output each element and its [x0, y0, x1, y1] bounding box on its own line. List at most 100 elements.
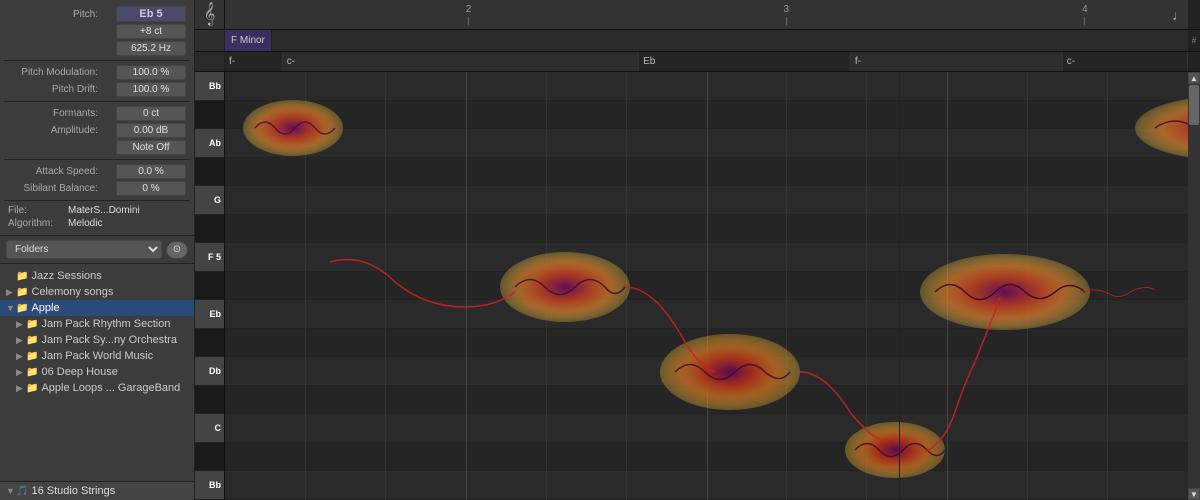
bottom-item[interactable]: ▼ 🎵 16 Studio Strings: [0, 481, 194, 500]
scroll-thumb[interactable]: [1189, 85, 1199, 125]
algorithm-row: Algorithm: Melodic: [4, 218, 190, 229]
tree-item-arrow: ▶: [16, 367, 26, 378]
amplitude-value[interactable]: 0.00 dB: [116, 123, 186, 138]
tree-item-label: Apple Loops ... GarageBand: [41, 382, 180, 394]
tree-item[interactable]: ▶📁Jam Pack Sy...ny Orchestra: [0, 332, 194, 348]
tree-item-arrow: ▶: [6, 287, 16, 298]
pitch-mod-value[interactable]: 100.0 %: [116, 65, 186, 80]
chord-row: f-c-Ebf-c-: [195, 52, 1200, 72]
browser-select-dropdown[interactable]: Folders: [6, 240, 162, 259]
formants-row: Formants: 0 ct: [4, 106, 190, 121]
tree-item-arrow: ▶: [16, 319, 26, 330]
chord-cells: f-c-Ebf-c-: [225, 52, 1188, 71]
ruler-mark-4: 4: [1082, 4, 1088, 25]
grid-row: [225, 443, 1188, 472]
tree-item-label: Celemony songs: [31, 286, 113, 298]
grid-area[interactable]: [225, 72, 1188, 500]
formants-label: Formants:: [8, 108, 98, 119]
key-label-spacer: [195, 30, 225, 51]
file-value: MaterS...Domini: [68, 205, 140, 216]
tree-item[interactable]: 📁Jazz Sessions: [0, 268, 194, 284]
piano-key[interactable]: [195, 158, 224, 187]
pitch-hz-value[interactable]: 625.2 Hz: [116, 41, 186, 56]
tree-item-folder-icon: 📁: [16, 287, 28, 298]
ruler-mark-2: 2: [466, 4, 472, 25]
divider3: [4, 159, 190, 160]
piano-key[interactable]: F 5: [195, 243, 224, 272]
scroll-track[interactable]: [1188, 84, 1200, 488]
grid-row: [225, 300, 1188, 329]
piano-key[interactable]: [195, 215, 224, 244]
chord-cell: c-: [1063, 52, 1188, 71]
tree-item[interactable]: ▶📁Celemony songs: [0, 284, 194, 300]
tree-item-label: 06 Deep House: [41, 366, 117, 378]
piano-key[interactable]: Bb: [195, 72, 224, 101]
main-editor: 𝄞 2 3 4 ♩ F Minor # f: [195, 0, 1200, 500]
tree-item[interactable]: ▶📁Apple Loops ... GarageBand: [0, 380, 194, 396]
scroll-down-button[interactable]: ▼: [1188, 488, 1200, 500]
attack-label: Attack Speed:: [8, 166, 98, 177]
piano-key-label: Ab: [209, 138, 221, 148]
tree-item[interactable]: ▼📁Apple: [0, 300, 194, 316]
amplitude-row: Amplitude: 0.00 dB: [4, 123, 190, 138]
note-off-button[interactable]: Note Off: [116, 140, 186, 155]
grid-row: [225, 357, 1188, 386]
tree-item-arrow: ▶: [16, 383, 26, 394]
grid-row: [225, 243, 1188, 272]
attack-row: Attack Speed: 0.0 %: [4, 164, 190, 179]
pitch-drift-value[interactable]: 100.0 %: [116, 82, 186, 97]
tree-item-folder-icon: 📁: [26, 383, 38, 394]
tree-item-label: Jam Pack Sy...ny Orchestra: [41, 334, 177, 346]
piano-key[interactable]: G: [195, 186, 224, 215]
grid-row: [225, 272, 1188, 301]
piano-key-label: C: [215, 423, 222, 433]
grid-row: [225, 471, 1188, 500]
tree-item-arrow: ▶: [16, 335, 26, 346]
pitch-value[interactable]: Eb 5: [116, 6, 186, 22]
piano-key[interactable]: Db: [195, 357, 224, 386]
piano-key-label: G: [214, 195, 221, 205]
tree-item[interactable]: ▶📁Jam Pack Rhythm Section: [0, 316, 194, 332]
piano-key[interactable]: [195, 443, 224, 472]
grid-row: [225, 329, 1188, 358]
pitch-mod-row: Pitch Modulation: 100.0 %: [4, 65, 190, 80]
attack-value[interactable]: 0.0 %: [116, 164, 186, 179]
chord-cell: c-: [283, 52, 639, 71]
formants-value[interactable]: 0 ct: [116, 106, 186, 121]
browser-action-button[interactable]: ⊙: [166, 241, 188, 259]
piano-key[interactable]: Eb: [195, 300, 224, 329]
key-label-fill: [272, 30, 1188, 51]
pitch-row: Pitch: Eb 5: [4, 6, 190, 22]
piano-key[interactable]: [195, 101, 224, 130]
note-icon: ♩: [1172, 7, 1186, 23]
editor-header: 𝄞 2 3 4 ♩: [195, 0, 1200, 30]
piano-key[interactable]: Bb: [195, 471, 224, 500]
divider4: [4, 200, 190, 201]
piano-key-label: F 5: [208, 252, 221, 262]
tree-item-folder-icon: 📁: [26, 335, 38, 346]
chord-cell: f-: [851, 52, 1063, 71]
tree-item[interactable]: ▶📁06 Deep House: [0, 364, 194, 380]
chord-cell: Eb: [639, 52, 851, 71]
bottom-item-icon: 🎵: [16, 486, 28, 497]
sibilant-row: Sibilant Balance: 0 %: [4, 181, 190, 196]
piano-key[interactable]: [195, 329, 224, 358]
tree-item-folder-icon: 📁: [26, 367, 38, 378]
piano-key[interactable]: Ab: [195, 129, 224, 158]
tree-item-folder-icon: 📁: [26, 319, 38, 330]
amplitude-label: Amplitude:: [8, 125, 98, 136]
scroll-up-button[interactable]: ▲: [1188, 72, 1200, 84]
tree-item[interactable]: ▶📁Jam Pack World Music: [0, 348, 194, 364]
piano-key[interactable]: [195, 272, 224, 301]
piano-key[interactable]: [195, 386, 224, 415]
piano-key[interactable]: C: [195, 414, 224, 443]
left-panel: Pitch: Eb 5 +8 ct 625.2 Hz Pitch Modulat…: [0, 0, 195, 500]
pitch-mod-label: Pitch Modulation:: [8, 67, 98, 78]
hash-icon: #: [1188, 30, 1200, 51]
grid-row: [225, 158, 1188, 187]
pitch-cents-value[interactable]: +8 ct: [116, 24, 186, 39]
clef-symbol: 𝄞: [195, 0, 225, 29]
sibilant-value[interactable]: 0 %: [116, 181, 186, 196]
grid-row: [225, 414, 1188, 443]
pitch-label: Pitch:: [8, 9, 98, 20]
